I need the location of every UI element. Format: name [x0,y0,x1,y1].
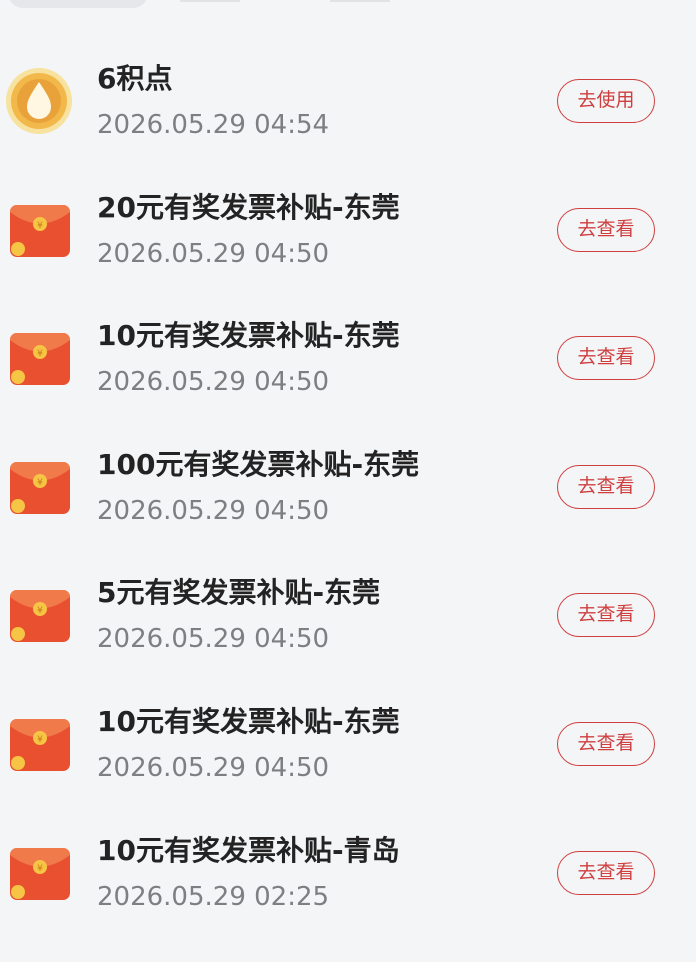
tab-partial[interactable] [180,0,240,2]
red-envelope-icon: ¥ [6,454,72,520]
view-button[interactable]: 去查看 [557,850,655,895]
tab-active[interactable] [8,0,148,8]
red-envelope-icon: ¥ [6,711,72,777]
tab-partial[interactable] [330,0,390,2]
list-item: ¥ 20元有奖发票补贴-东莞 2026.05.29 04:50 去查看 [0,191,696,320]
list-item: ¥ 10元有奖发票补贴-东莞 2026.05.29 04:50 去查看 [0,319,696,448]
svg-text:¥: ¥ [37,349,43,359]
list-item: ¥ 10元有奖发票补贴-东莞 2026.05.29 04:50 去查看 [0,705,696,834]
item-time: 2026.05.29 04:50 [97,752,330,783]
view-button[interactable]: 去查看 [557,593,655,638]
svg-text:¥: ¥ [37,864,43,874]
points-drop-icon [6,68,72,134]
red-envelope-icon: ¥ [6,840,72,906]
item-time: 2026.05.29 04:50 [97,367,330,398]
record-list: 6积点 2026.05.29 04:54 去使用 ¥ 20元有奖发票补贴-东莞 … [0,62,696,962]
list-item: ¥ 100元有奖发票补贴-东莞 2026.05.29 04:50 去查看 [0,448,696,577]
list-item: ¥ 5元有奖发票补贴-东莞 2026.05.29 04:50 去查看 [0,576,696,705]
view-button[interactable]: 去查看 [557,464,655,509]
use-button[interactable]: 去使用 [557,79,655,123]
red-envelope-icon: ¥ [6,582,72,648]
view-button[interactable]: 去查看 [557,207,655,252]
item-title: 5元有奖发票补贴-东莞 [97,576,381,610]
item-title: 10元有奖发票补贴-东莞 [97,704,400,738]
svg-text:¥: ¥ [37,735,43,745]
svg-text:¥: ¥ [37,606,43,616]
view-button[interactable]: 去查看 [557,336,655,381]
list-item: ¥ 10元有奖发票补贴-青岛 2026.05.29 02:25 去查看 [0,834,696,962]
red-envelope-icon: ¥ [6,197,72,263]
item-title: 10元有奖发票补贴-东莞 [97,319,400,353]
item-title: 20元有奖发票补贴-东莞 [97,190,400,224]
item-title: 6积点 [97,62,173,95]
svg-text:¥: ¥ [37,221,43,231]
red-envelope-icon: ¥ [6,325,72,391]
item-time: 2026.05.29 04:50 [97,238,330,269]
item-time: 2026.05.29 04:54 [97,110,330,140]
svg-text:¥: ¥ [37,478,43,488]
item-time: 2026.05.29 04:50 [97,624,330,655]
top-tab-bar [0,0,696,12]
item-time: 2026.05.29 02:25 [97,881,330,912]
item-time: 2026.05.29 04:50 [97,495,330,526]
item-title: 10元有奖发票补贴-青岛 [97,833,400,867]
list-item: 6积点 2026.05.29 04:54 去使用 [0,62,696,191]
item-title: 100元有奖发票补贴-东莞 [97,447,420,481]
view-button[interactable]: 去查看 [557,721,655,766]
